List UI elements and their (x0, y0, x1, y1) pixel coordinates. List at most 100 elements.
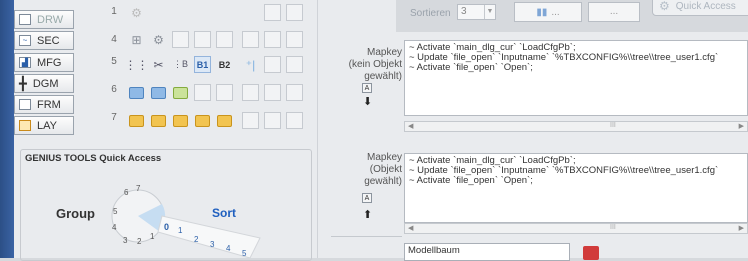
dial-number: 3 (210, 240, 215, 249)
empty-slot[interactable] (242, 84, 259, 101)
format-icon (19, 99, 31, 110)
arrow-up-icon[interactable]: ⬆ (363, 208, 372, 221)
empty-slot[interactable] (264, 84, 281, 101)
mapkey-no-object-text[interactable]: ~ Activate `main_dlg_cur` `LoadCfgPb`; ~… (404, 40, 748, 116)
drawing-icon (19, 14, 31, 25)
b1-icon[interactable]: B1 (194, 56, 211, 73)
layout-icon (19, 120, 31, 131)
lay-button[interactable]: LAY (14, 116, 74, 135)
diagram-icon: ╋ (19, 75, 27, 91)
quick-access-button-label: Quick Access (675, 0, 736, 12)
quick-access-title: GENIUS TOOLS Quick Access (25, 153, 162, 164)
drw-button-label: DRW (37, 13, 64, 26)
dial-number: 7 (136, 184, 141, 193)
empty-slot[interactable] (216, 84, 233, 101)
tool-icon[interactable]: ⚙ (128, 4, 145, 21)
empty-slot[interactable] (286, 4, 303, 21)
row-number: 1 (111, 6, 117, 17)
ab-toggle-button[interactable]: A (362, 83, 372, 93)
empty-slot[interactable] (286, 112, 303, 129)
arrow-down-icon[interactable]: ⬇ (363, 95, 372, 108)
horizontal-scrollbar[interactable]: ◀ III ▶ (404, 121, 748, 132)
empty-slot[interactable] (286, 31, 303, 48)
empty-slot[interactable] (286, 84, 303, 101)
dial-number: 4 (112, 223, 117, 232)
scroll-right-icon[interactable]: ▶ (739, 224, 744, 232)
folder-blue-icon[interactable] (128, 84, 145, 101)
folder-green-icon[interactable] (172, 84, 189, 101)
tree-b-icon[interactable]: ⋮B (172, 56, 189, 73)
frm-button[interactable]: FRM (14, 95, 74, 114)
tree-icon[interactable]: ⋮⋮ (125, 56, 149, 73)
bar-chart-icon: ▮▮ (536, 6, 548, 18)
empty-slot[interactable] (286, 56, 303, 73)
empty-slot[interactable] (194, 84, 211, 101)
dial-number: 3 (123, 236, 128, 245)
scroll-thumb[interactable]: III (610, 122, 616, 129)
frm-button-label: FRM (37, 98, 61, 111)
grid-icon[interactable]: ⊞ (128, 31, 145, 48)
empty-slot[interactable] (194, 31, 211, 48)
mapkey-object-label: Mapkey (Objekt gewählt) (364, 152, 402, 187)
row-number: 6 (111, 84, 117, 95)
group-label: Group (56, 206, 95, 221)
tool-icon[interactable]: ⚙ (150, 31, 167, 48)
dial-number: 4 (226, 244, 231, 253)
empty-slot[interactable] (264, 56, 281, 73)
modellbaum-field[interactable]: Modellbaum (404, 243, 570, 261)
empty-slot[interactable] (172, 31, 189, 48)
folder-open-icon[interactable] (172, 112, 189, 129)
quick-access-button[interactable]: ⚙ Quick Access (652, 0, 748, 16)
scroll-thumb[interactable]: III (610, 224, 616, 231)
sort-select[interactable]: 3 ▼ (457, 4, 496, 20)
empty-slot[interactable] (264, 4, 281, 21)
gear-icon: ⚙ (659, 0, 670, 13)
drw-button[interactable]: DRW (14, 10, 74, 29)
mfg-button-label: MFG (37, 56, 62, 69)
dial-number: 2 (137, 237, 142, 246)
dial-number: 1 (178, 226, 183, 235)
dial-number: 5 (242, 249, 247, 258)
scroll-left-icon[interactable]: ◀ (408, 122, 413, 130)
cut-icon[interactable]: ✂ (150, 56, 167, 73)
empty-slot[interactable] (242, 112, 259, 129)
empty-slot[interactable] (264, 31, 281, 48)
row-number: 4 (111, 34, 117, 45)
lay-button-label: LAY (37, 119, 57, 132)
quick-access-dial[interactable] (100, 176, 300, 258)
sec-button-label: SEC (37, 34, 60, 47)
sort-select-value: 3 (461, 6, 467, 17)
folder-blue-icon[interactable] (150, 84, 167, 101)
mapkey-object-text[interactable]: ~ Activate `main_dlg_cur` `LoadCfgPb`; ~… (404, 153, 748, 223)
mfg-button[interactable]: ▟ MFG (14, 53, 74, 72)
empty-slot[interactable] (216, 31, 233, 48)
folder-open-icon[interactable] (128, 112, 145, 129)
more-button[interactable]: ... (588, 2, 640, 22)
empty-slot[interactable] (242, 31, 259, 48)
sec-button[interactable]: ~ SEC (14, 31, 74, 50)
chart-button-label: ... (551, 6, 560, 18)
sortieren-label: Sortieren (410, 8, 451, 19)
dgm-button[interactable]: ╋ DGM (14, 74, 74, 93)
chart-button[interactable]: ▮▮ ... (514, 2, 582, 22)
folder-open-icon[interactable] (194, 112, 211, 129)
scroll-right-icon[interactable]: ▶ (739, 122, 744, 130)
dial-number: 2 (194, 235, 199, 244)
row-number: 7 (111, 112, 117, 123)
window-left-edge (0, 0, 14, 258)
pin-icon[interactable]: ⁺| (242, 56, 259, 73)
dgm-button-label: DGM (32, 77, 59, 90)
ab-toggle-button[interactable]: A (362, 193, 372, 203)
separator-line (331, 236, 402, 237)
dial-number: 0 (164, 222, 170, 232)
horizontal-scrollbar[interactable]: ◀ III ▶ (404, 223, 748, 234)
dial-number: 1 (150, 232, 155, 241)
manufacturing-icon: ▟ (19, 57, 31, 68)
scroll-left-icon[interactable]: ◀ (408, 224, 413, 232)
row-number: 5 (111, 56, 117, 67)
folder-open-icon[interactable] (216, 112, 233, 129)
b2-icon[interactable]: B2 (216, 56, 233, 73)
empty-slot[interactable] (264, 112, 281, 129)
folder-open-icon[interactable] (150, 112, 167, 129)
chevron-down-icon: ▼ (484, 5, 495, 19)
